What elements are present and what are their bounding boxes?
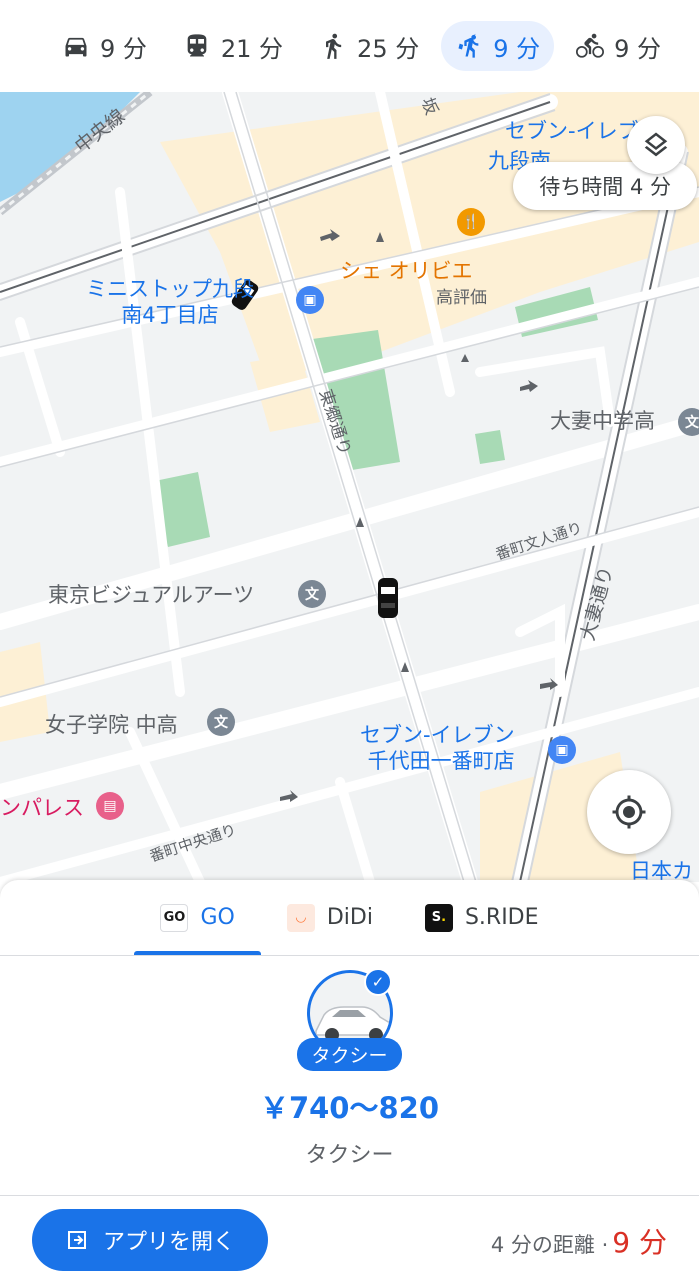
taxi-marker-icon — [378, 578, 398, 618]
mode-cycling[interactable]: 9 分 — [562, 21, 675, 71]
eta-summary: 4 分の距離 · 9 分 — [491, 1221, 667, 1261]
mode-walking-label: 25 分 — [357, 34, 420, 63]
ride-hail-icon — [458, 33, 479, 58]
didi-logo-icon: ◡ — [286, 903, 315, 932]
train-icon — [187, 34, 207, 57]
tab-sride-label: S.RIDE — [464, 905, 539, 930]
divider — [0, 1195, 699, 1196]
layers-icon — [644, 132, 668, 157]
fare-estimate: ￥740〜820 — [259, 1091, 440, 1125]
school-pin-icon[interactable]: 文 — [207, 708, 235, 736]
mode-walking[interactable]: 25 分 — [305, 21, 433, 71]
map-view[interactable]: 中央線 坂 セブン-イレブン 九段南 シェ オリビエ 🍴 高評価 ミニストップ九… — [0, 92, 699, 882]
mode-driving[interactable]: 9 分 — [48, 21, 161, 71]
palace-label: ンパレス — [0, 796, 84, 820]
layers-button[interactable] — [627, 116, 685, 174]
otsuma-jh-label: 大妻中学高 — [550, 409, 655, 433]
my-location-icon — [612, 795, 646, 829]
hotel-pin-icon[interactable]: ▤ — [96, 792, 124, 820]
ride-options-sheet: GO GO ◡ DiDi S. S.RIDE ✓ タクシー ￥740〜820 タ… — [0, 880, 699, 1280]
taxi-option-card[interactable]: ✓ タクシー ￥740〜820 タクシー — [0, 968, 699, 1169]
school-pin-icon[interactable]: 文 — [678, 408, 699, 436]
chez-olivier-label: シェ オリビエ — [340, 259, 473, 283]
open-app-button[interactable]: アプリを開く — [32, 1209, 268, 1271]
eta-minutes: 9 分 — [612, 1226, 667, 1259]
tab-go[interactable]: GO GO — [134, 880, 262, 955]
open-app-label: アプリを開く — [102, 1230, 235, 1255]
restaurant-pin-icon[interactable]: 🍴 — [457, 208, 485, 236]
car-icon — [65, 37, 87, 57]
provider-tabs: GO GO ◡ DiDi S. S.RIDE — [0, 880, 699, 956]
sride-logo-icon: S. — [424, 903, 453, 932]
mode-driving-label: 9 分 — [100, 34, 147, 63]
bicycle-icon — [576, 33, 605, 58]
my-location-button[interactable] — [587, 770, 671, 854]
ride-type-name: タクシー — [305, 1143, 394, 1168]
go-logo-icon: GO — [160, 903, 189, 932]
tab-go-label: GO — [200, 905, 235, 930]
highly-rated-label: 高評価 — [436, 288, 487, 308]
nihon-label: 日本カ — [630, 859, 693, 882]
walk-icon — [326, 33, 342, 59]
mode-transit-label: 21 分 — [220, 34, 284, 63]
mode-ride-hailing[interactable]: 9 分 — [441, 21, 555, 71]
tab-didi-label: DiDi — [326, 905, 373, 930]
tab-didi[interactable]: ◡ DiDi — [261, 880, 399, 955]
tab-sride[interactable]: S. S.RIDE — [399, 880, 565, 955]
eta-prefix: 4 分の距離 · — [490, 1233, 609, 1257]
mode-ride-hailing-label: 9 分 — [493, 34, 541, 63]
store-pin-icon[interactable]: ▣ — [296, 286, 324, 314]
open-in-app-icon — [67, 1231, 86, 1249]
transport-mode-bar: 9 分 21 分 25 分 9 分 9 分 — [0, 0, 699, 92]
store-pin-icon[interactable]: ▣ — [548, 736, 576, 764]
seven-eleven-bancho-label: セブン-イレブン 千代田一番町店 — [360, 723, 515, 774]
tokyo-visual-arts-label: 東京ビジュアルアーツ — [48, 583, 255, 607]
mode-cycling-label: 9 分 — [614, 34, 661, 63]
school-pin-icon[interactable]: 文 — [298, 580, 326, 608]
ministop-label: ミニストップ九段 南4丁目店 — [86, 277, 254, 328]
joshigakuin-label: 女子学院 中高 — [45, 713, 178, 737]
selected-check-icon: ✓ — [364, 968, 392, 996]
taxi-chip: タクシー — [297, 1038, 402, 1071]
mode-transit[interactable]: 21 分 — [169, 21, 297, 71]
map-base — [0, 92, 699, 882]
